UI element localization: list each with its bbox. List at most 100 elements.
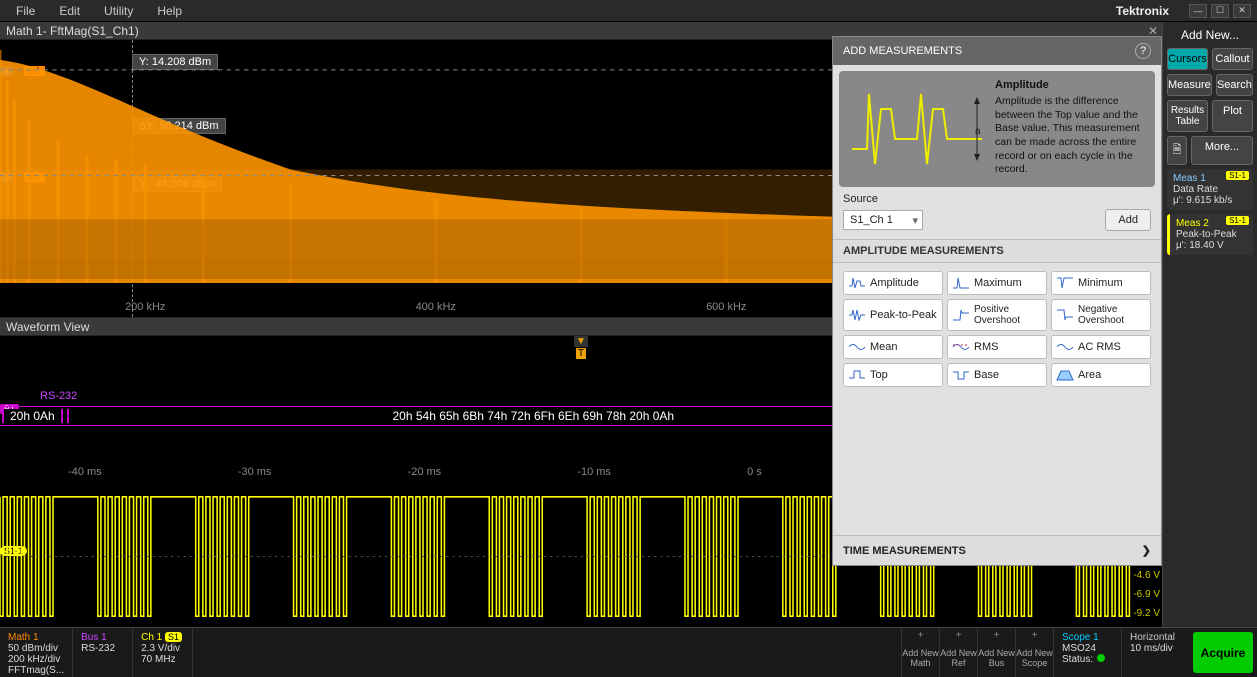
bottom-bar: Math 1 50 dBm/div 200 kHz/div FFTmag(S..… — [0, 627, 1257, 677]
label: Math 1 — [8, 632, 64, 643]
trigger-marker[interactable]: ▼ — [574, 336, 588, 347]
plot-button[interactable]: Plot — [1212, 100, 1253, 132]
label: Ch 1 — [141, 632, 162, 643]
label: Bus 1 — [81, 632, 124, 643]
add-bus-button[interactable]: Add New Bus — [977, 628, 1015, 677]
label: RS-232 — [81, 643, 124, 654]
meas-line: μ': 9.615 kb/s — [1173, 195, 1247, 206]
brand: Tektronix — [1116, 4, 1179, 18]
trigger-t-icon[interactable]: T — [576, 348, 586, 359]
callout-button[interactable]: Callout — [1212, 48, 1253, 70]
panel-title: ADD MEASUREMENTS — [843, 45, 962, 57]
meas-pos-over[interactable]: Positive Overshoot — [947, 299, 1047, 331]
protocol-label: RS-232 — [40, 390, 77, 402]
amp-section-title: AMPLITUDE MEASUREMENTS — [833, 239, 1161, 263]
tick: -9.2 V — [1133, 608, 1160, 619]
label: Horizontal — [1130, 632, 1181, 643]
ch1-box[interactable]: Ch 1 S1 2.3 V/div 70 MHz — [133, 628, 193, 677]
cursors-button[interactable]: Cursors — [1167, 48, 1208, 70]
tick: -40 ms — [68, 466, 102, 478]
add-math-button[interactable]: Add New Math — [901, 628, 939, 677]
time-section[interactable]: TIME MEASUREMENTS ❯ — [833, 535, 1161, 565]
tick: -20 ms — [408, 466, 442, 478]
math-box[interactable]: Math 1 50 dBm/div 200 kHz/div FFTmag(S..… — [0, 628, 73, 677]
meas2-box[interactable]: S1-1 Meas 2 Peak-to-Peak μ': 18.40 V — [1167, 214, 1253, 255]
preview-name: Amplitude — [995, 79, 1147, 91]
preview-desc: Amplitude is the difference between the … — [995, 95, 1147, 177]
add-button[interactable]: Add — [1105, 209, 1151, 231]
minimize-button[interactable]: — — [1189, 4, 1207, 18]
help-icon[interactable]: ? — [1135, 43, 1151, 59]
close-button[interactable]: ✕ — [1233, 4, 1251, 18]
tick: -4.6 V — [1133, 570, 1160, 581]
tick: 400 kHz — [416, 301, 456, 313]
label: Status: — [1062, 654, 1093, 665]
badge: S1 — [165, 632, 182, 642]
right-sidebar: Add New... Cursors Callout Measure Searc… — [1162, 22, 1257, 627]
label: Scope 1 — [1062, 632, 1113, 643]
sidebar-title: Add New... — [1167, 26, 1253, 44]
tick: 600 kHz — [706, 301, 746, 313]
tick: -10 ms — [577, 466, 611, 478]
meas-mean[interactable]: Mean — [843, 335, 943, 359]
add-ref-button[interactable]: Add New Ref — [939, 628, 977, 677]
results-button[interactable]: Results Table — [1167, 100, 1208, 132]
search-button[interactable]: Search — [1216, 74, 1253, 96]
tick: -30 ms — [238, 466, 272, 478]
meas-top[interactable]: Top — [843, 363, 943, 387]
status-dot-icon — [1097, 654, 1105, 662]
meas-line: Peak-to-Peak — [1176, 229, 1247, 240]
label: MSO24 — [1062, 643, 1113, 654]
horiz-box[interactable]: Horizontal 10 ms/div — [1121, 628, 1189, 677]
maximize-button[interactable]: ☐ — [1211, 4, 1229, 18]
menubar: File Edit Utility Help Tektronix — ☐ ✕ — [0, 0, 1257, 22]
badge: S1-1 — [1226, 171, 1249, 180]
label: 10 ms/div — [1130, 643, 1181, 654]
menu-file[interactable]: File — [6, 2, 45, 20]
meas1-box[interactable]: S1-1 Meas 1 Data Rate μ': 9.615 kb/s — [1167, 169, 1253, 210]
meas-acrms[interactable]: AC RMS — [1051, 335, 1151, 359]
meas-pkpk[interactable]: Peak-to-Peak — [843, 299, 943, 331]
meas-minimum[interactable]: Minimum — [1051, 271, 1151, 295]
label: 50 dBm/div — [8, 643, 64, 654]
meas-base[interactable]: Base — [947, 363, 1047, 387]
meas-amplitude[interactable]: Amplitude — [843, 271, 943, 295]
more-button[interactable]: More... — [1191, 136, 1253, 165]
meas-line: μ': 18.40 V — [1176, 240, 1247, 251]
add-scope-button[interactable]: Add New Scope — [1015, 628, 1053, 677]
label: FFTmag(S... — [8, 665, 64, 676]
amp-grid: Amplitude Maximum Minimum Peak-to-Peak P… — [833, 263, 1161, 395]
fft-title: Math 1- FftMag(S1_Ch1) — [6, 24, 139, 38]
chevron-right-icon: ❯ — [1142, 544, 1151, 557]
svg-text:a: a — [975, 126, 981, 137]
meas-maximum[interactable]: Maximum — [947, 271, 1047, 295]
source-select[interactable]: S1_Ch 1 — [843, 210, 923, 230]
tick: 200 kHz — [125, 301, 165, 313]
bus-seg: 20h 0Ah — [2, 409, 63, 423]
label: 200 kHz/div — [8, 654, 64, 665]
amplitude-icon: a — [847, 79, 987, 179]
meas-rms[interactable]: RMS — [947, 335, 1047, 359]
bus-box[interactable]: Bus 1 RS-232 — [73, 628, 133, 677]
panel-header: ADD MEASUREMENTS ? — [833, 37, 1161, 65]
panel-preview: a Amplitude Amplitude is the difference … — [839, 71, 1155, 187]
waveform-title: Waveform View — [6, 320, 89, 334]
menu-utility[interactable]: Utility — [94, 2, 143, 20]
menu-help[interactable]: Help — [147, 2, 192, 20]
measure-button[interactable]: Measure — [1167, 74, 1212, 96]
tick: -6.9 V — [1133, 589, 1160, 600]
scope-box[interactable]: Scope 1 MSO24 Status: — [1053, 628, 1121, 677]
note-icon[interactable]: 🗎 — [1167, 136, 1187, 165]
label: 2.3 V/div — [141, 643, 184, 654]
add-measurements-panel: ADD MEASUREMENTS ? a Amplitude Amplitude… — [832, 36, 1162, 566]
meas-area[interactable]: Area — [1051, 363, 1151, 387]
acquire-button[interactable]: Acquire — [1193, 632, 1253, 673]
menu-edit[interactable]: Edit — [49, 2, 90, 20]
label: 70 MHz — [141, 654, 184, 665]
badge: S1-1 — [1226, 216, 1249, 225]
meas-neg-over[interactable]: Negative Overshoot — [1051, 299, 1151, 331]
tick: 0 s — [747, 466, 762, 478]
meas-line: Data Rate — [1173, 184, 1247, 195]
time-title: TIME MEASUREMENTS — [843, 545, 966, 557]
source-label: Source — [833, 193, 1161, 205]
